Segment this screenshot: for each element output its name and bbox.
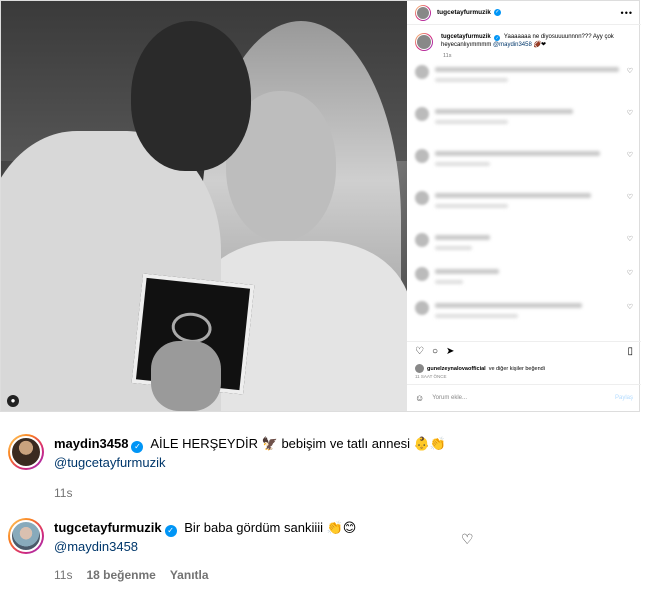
verified-icon: ✓ [494,35,501,41]
avatar[interactable] [8,434,44,470]
add-comment-bar: ☺ Yorum ekle... Paylaş [407,384,641,411]
comment-username[interactable]: tugcetayfurmuzik [54,520,162,535]
heart-icon[interactable]: ♡ [627,193,633,201]
post-date: 11 SAAT ÖNCE [415,374,447,379]
post-comment-button[interactable]: Paylaş [615,395,633,401]
list-item: ♡ [407,191,641,227]
liked-by-user[interactable]: gunelzeynalovaofficial [427,366,486,372]
heart-icon[interactable]: ♡ [627,109,633,117]
comment-text: Bir baba gördüm sankiiii [184,520,323,535]
reply-button[interactable]: Yanıtla [170,566,209,585]
caption-emoji: 🏈❤ [533,42,546,48]
heart-icon[interactable]: ♡ [627,269,633,277]
verified-icon: ✓ [493,9,501,16]
post-username[interactable]: tugcetayfurmuzik [437,9,491,16]
post-sidebar: tugcetayfurmuzik ✓ ••• tugcetayfurmuzik … [407,1,641,411]
comment-mention[interactable]: @tugcetayfurmuzik [54,453,446,472]
emoji-icon[interactable]: ☺ [415,393,424,403]
bookmark-icon[interactable]: ▯ [627,346,633,357]
caption-mention[interactable]: @maydin3458 [493,42,532,48]
comment-time: 11s [54,486,73,500]
heart-icon[interactable]: ♡ [461,531,474,548]
verified-icon: ✓ [131,441,144,453]
comment-emoji: 👏😊 [326,520,357,535]
avatar[interactable] [415,4,431,21]
comment-icon[interactable]: ○ [432,346,438,357]
comment-emoji: 🦅 [261,436,278,451]
post-caption: tugcetayfurmuzik ✓ Yaaaaaaa ne diyosuuuu… [407,25,641,51]
list-item: ♡ [407,267,641,295]
avatar[interactable] [8,518,44,554]
list-item: ♡ [407,107,641,143]
more-options-icon[interactable]: ••• [621,8,633,18]
comment-maydin3458: maydin3458 ✓ AİLE HERŞEYDİR 🦅 bebişim ve … [8,434,446,503]
post-embed: ● tugcetayfurmuzik ✓ ••• tugcetayfurmuzi… [0,0,641,412]
verified-icon: ✓ [164,525,177,537]
post-photo[interactable]: ● [1,1,407,411]
comment-likes[interactable]: 18 beğenme [86,566,155,585]
post-header: tugcetayfurmuzik ✓ ••• [407,1,641,25]
list-item: ♡ [407,65,641,101]
comment-list: ♡ ♡ ♡ ♡ ♡ ♡ ♡ [407,65,641,329]
list-item: ♡ [407,301,641,329]
comment-time: 11s [54,568,73,582]
likes-summary: gunelzeynalovaofficial ve diğer kişiler … [415,364,545,373]
comment-input[interactable]: Yorum ekle... [432,395,467,401]
heart-icon[interactable]: ♡ [627,303,633,311]
comment-text-2: bebişim ve tatlı annesi [281,436,411,451]
heart-icon[interactable]: ♡ [627,235,633,243]
caption-time: 11s [443,53,452,59]
caption-username[interactable]: tugcetayfurmuzik [441,34,491,40]
comment-mention[interactable]: @maydin3458 [54,537,356,556]
post-actions: ♡ ○ ➤ ▯ [407,341,641,361]
share-icon[interactable]: ➤ [446,346,454,357]
comment-tugcetayfurmuzik: tugcetayfurmuzik ✓ Bir baba gördüm sankii… [8,518,356,585]
avatar [415,364,424,373]
avatar[interactable] [415,33,433,51]
liked-by-suffix[interactable]: ve diğer kişiler beğendi [489,366,545,372]
heart-icon[interactable]: ♡ [627,67,633,75]
comment-text: AİLE HERŞEYDİR [150,436,258,451]
list-item: ♡ [407,233,641,261]
comment-username[interactable]: maydin3458 [54,436,128,451]
comment-emoji-2: 👶👏 [413,436,447,451]
list-item: ♡ [407,149,641,185]
heart-icon[interactable]: ♡ [627,151,633,159]
like-icon[interactable]: ♡ [415,346,424,357]
user-tag-icon[interactable]: ● [7,395,19,407]
